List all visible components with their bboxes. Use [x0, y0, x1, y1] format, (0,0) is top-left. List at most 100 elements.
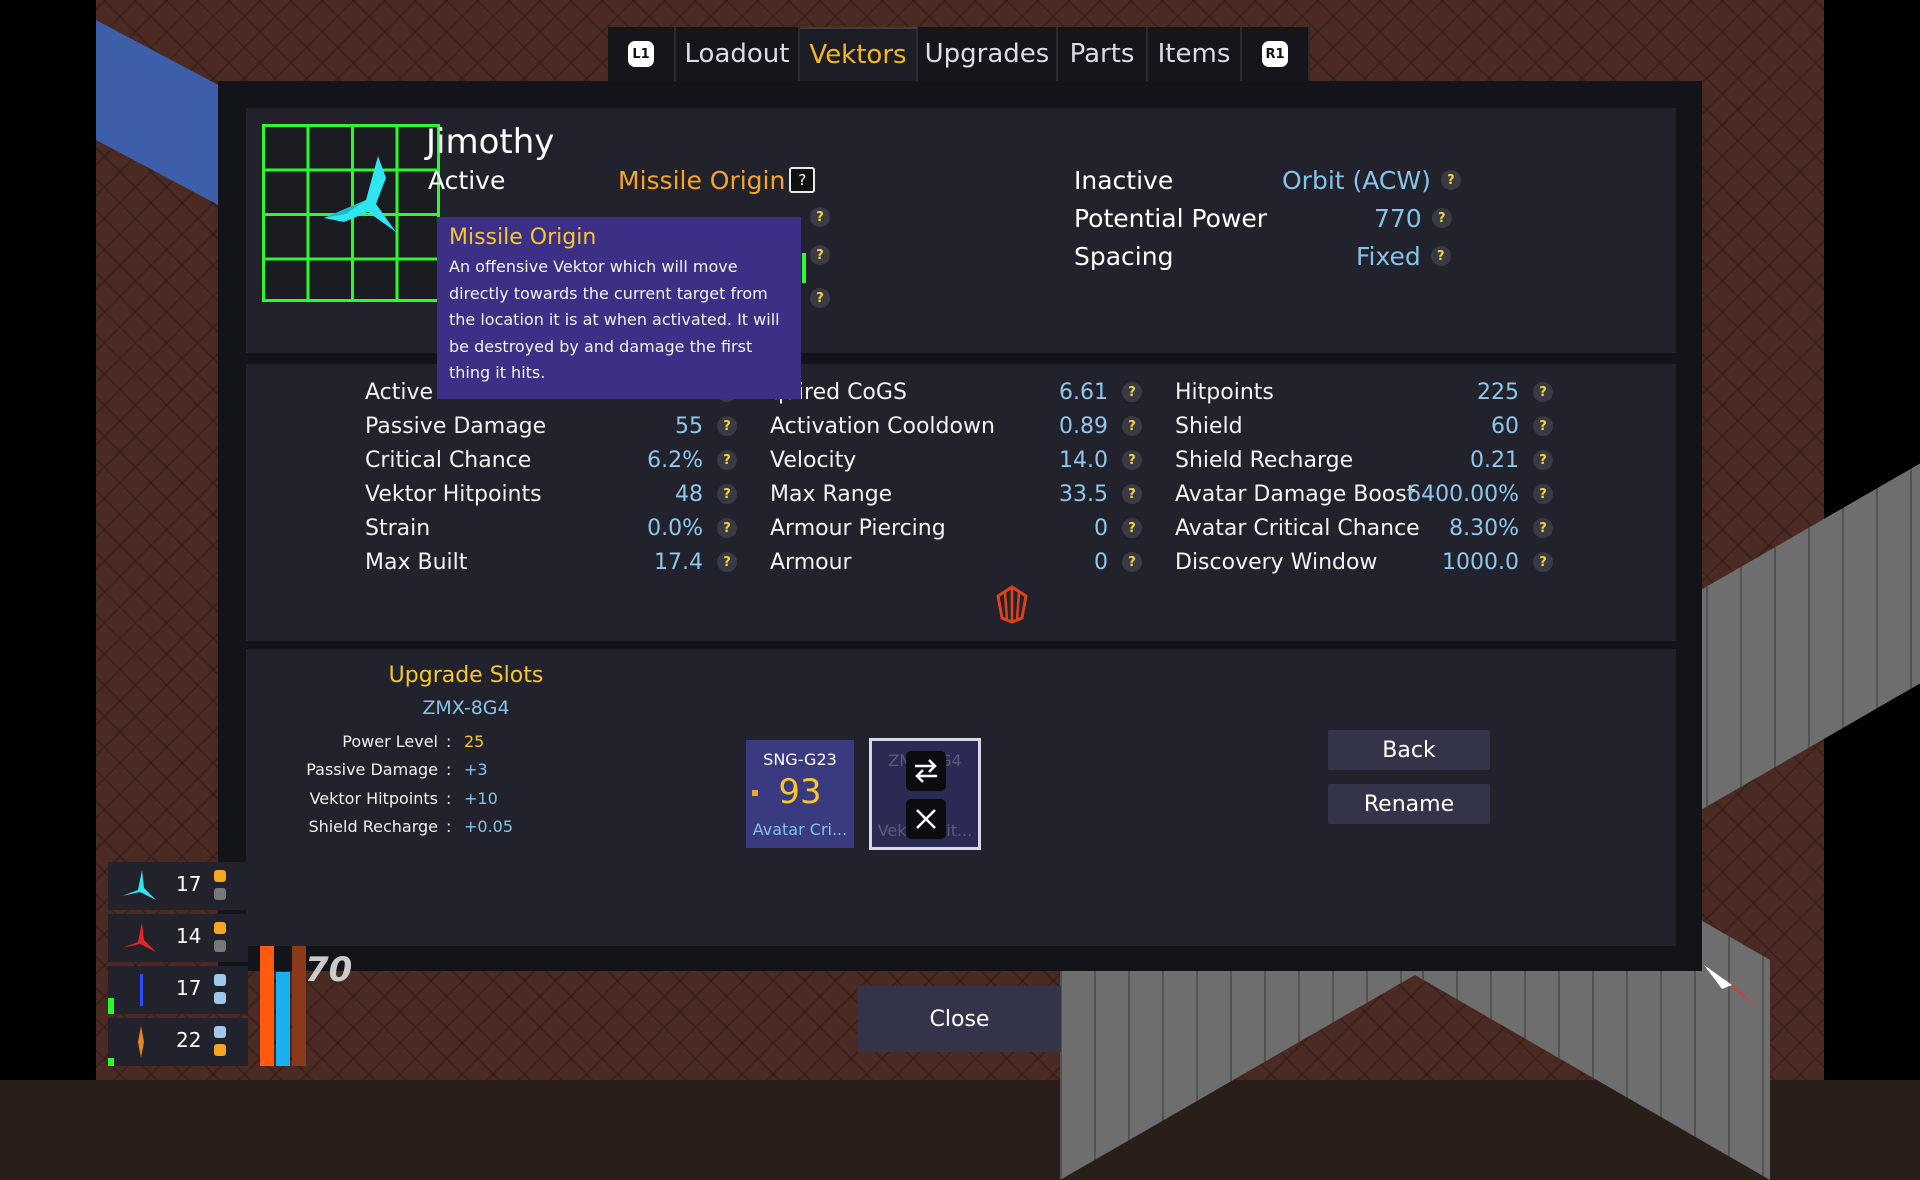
stat-name: Activation Cooldown — [770, 413, 995, 439]
stat-name: Max Range — [770, 481, 893, 507]
stat-name: Passive Damage — [365, 413, 547, 439]
stat-row: Activation Cooldown 0.89? — [770, 410, 1142, 442]
stat-name: Strain — [365, 515, 431, 541]
stat-help-icon[interactable]: ? — [1533, 518, 1553, 538]
stat-help-icon[interactable]: ? — [1122, 518, 1142, 538]
tab-next-shoulder[interactable]: R1 — [1242, 27, 1310, 81]
vektor-stats-card: Active? Passive Damage 55? Critical Chance 6… — [246, 364, 1676, 641]
stat-value: 17.4 — [654, 549, 703, 575]
stat-name: Vektor Hitpoints — [365, 481, 542, 507]
hud-status-icon — [214, 1044, 226, 1056]
upgrade-slot-1[interactable]: SNG-G23 93 Avatar Cri... — [746, 740, 854, 848]
upgrade-stat-name: Vektor Hitpoints — [309, 788, 438, 808]
upgrade-slot-2[interactable]: ZMX-8G4 Vektor Hit... — [869, 738, 981, 850]
stat-row: Armour Piercing 0? — [770, 512, 1142, 544]
tab-loadout[interactable]: Loadout — [676, 27, 800, 81]
stat-help-icon[interactable]: ? — [1122, 382, 1142, 402]
slot-1-number: 93 — [778, 772, 822, 812]
stat-row: Strain 0.0%? — [365, 512, 737, 544]
upgrade-stat-colon: : — [446, 760, 452, 779]
stat-value: 14.0 — [1059, 447, 1108, 473]
hud-status-icon — [214, 922, 226, 934]
stat-row: quired CoGS 6.61? — [770, 376, 1142, 408]
stat-help-icon[interactable]: ? — [1122, 450, 1142, 470]
stat-help-icon[interactable]: ? — [717, 552, 737, 572]
stat-help-icon[interactable]: ? — [1533, 382, 1553, 402]
swap-button[interactable] — [906, 751, 946, 791]
stat-help-icon[interactable]: ? — [717, 450, 737, 470]
active-row: Active — [428, 163, 505, 197]
spacing-help-icon[interactable]: ? — [1430, 246, 1451, 266]
close-button[interactable]: Close — [858, 986, 1061, 1052]
vektor-name: Jimothy — [426, 122, 555, 162]
tab-vektors[interactable]: Vektors — [800, 27, 918, 81]
hud-score: 70 — [305, 950, 353, 990]
tab-items[interactable]: Items — [1148, 27, 1242, 81]
stat-value: 6.61 — [1059, 379, 1108, 405]
stat-value: 6.2% — [647, 447, 703, 473]
tab-parts[interactable]: Parts — [1058, 27, 1148, 81]
hud-vektor-2: 14 — [108, 914, 248, 962]
stat-help-icon[interactable]: ? — [1122, 484, 1142, 504]
blue-line-vektor-icon — [140, 974, 143, 1006]
rename-button[interactable]: Rename — [1328, 784, 1490, 824]
upgrade-stat-row: Vektor Hitpoints: +10 — [246, 786, 646, 810]
spacing-row: Spacing — [1074, 239, 1173, 273]
pointer-cursor-icon — [1704, 965, 1762, 1011]
stat-row: Shield Recharge 0.21? — [1175, 444, 1553, 476]
active-help-icon[interactable]: ? — [789, 167, 816, 193]
inactive-help-icon[interactable]: ? — [1440, 170, 1461, 190]
stat-row: Armour 0? — [770, 546, 1142, 578]
stat-row: Passive Damage 55? — [365, 410, 737, 442]
stat-value: 33.5 — [1059, 481, 1108, 507]
upgrade-stat-value: +10 — [464, 788, 498, 808]
stat-help-icon[interactable]: ? — [1533, 484, 1553, 504]
stat-value: 0 — [1094, 515, 1108, 541]
stat-row: Shield 60? — [1175, 410, 1553, 442]
stat-help-icon[interactable]: ? — [717, 484, 737, 504]
hud-count-4: 22 — [176, 1028, 202, 1052]
upgrade-code: ZMX-8G4 — [422, 697, 510, 719]
active-value-text: Missile Origin — [618, 165, 786, 195]
help-icon[interactable]: ? — [810, 207, 830, 227]
hud-count-1: 17 — [176, 872, 202, 896]
stat-name: Discovery Window — [1175, 549, 1378, 575]
upgrade-stat-name: Power Level — [342, 731, 438, 751]
active-value[interactable]: Missile Origin ? — [618, 163, 816, 197]
stat-value: 0 — [1094, 549, 1108, 575]
potential-power-help-icon[interactable]: ? — [1431, 208, 1452, 228]
tab-upgrades[interactable]: Upgrades — [918, 27, 1058, 81]
hud-status-icon — [214, 1026, 226, 1038]
stat-help-icon[interactable]: ? — [1122, 552, 1142, 572]
upgrade-slots-card: Upgrade Slots ZMX-8G4 Power Level:25 Pass… — [246, 649, 1676, 946]
stat-help-icon[interactable]: ? — [717, 518, 737, 538]
upgrade-stat-value: +3 — [464, 760, 488, 779]
inactive-row: Inactive — [1074, 163, 1173, 197]
swap-arrows-icon — [915, 759, 937, 783]
help-icon[interactable]: ? — [810, 245, 830, 265]
stat-help-icon[interactable]: ? — [1533, 416, 1553, 436]
stat-row: Critical Chance 6.2%? — [365, 444, 737, 476]
spacing-value: Fixed ? — [1356, 239, 1451, 273]
stat-help-icon[interactable]: ? — [1533, 450, 1553, 470]
slot-1-subtitle: Avatar Cri... — [752, 820, 848, 839]
tab-prev-shoulder[interactable]: L1 — [608, 27, 676, 81]
r1-button-icon: R1 — [1262, 41, 1288, 67]
help-icon[interactable]: ? — [810, 288, 830, 308]
stat-help-icon[interactable]: ? — [1122, 416, 1142, 436]
stat-value: 225 — [1477, 379, 1519, 405]
stat-row: Discovery Window 1000.0? — [1175, 546, 1553, 578]
remove-button[interactable] — [906, 799, 946, 839]
stat-help-icon[interactable]: ? — [1533, 552, 1553, 572]
upgrade-stat-row: Passive Damage: +3 — [246, 758, 646, 782]
stat-name: Active — [365, 379, 434, 405]
stat-name: Velocity — [770, 447, 857, 473]
hud-vektor-3: 17 — [108, 966, 248, 1014]
stat-help-icon[interactable]: ? — [717, 416, 737, 436]
upgrade-stat-name: Passive Damage — [306, 760, 438, 779]
back-button[interactable]: Back — [1328, 730, 1490, 770]
spacing-label: Spacing — [1074, 241, 1174, 271]
vektor-panel: Jimothy Active Missile Origin ? ? ? ? In… — [218, 81, 1702, 971]
stat-name: Max Built — [365, 549, 468, 575]
missile-vektor-icon — [324, 156, 396, 232]
